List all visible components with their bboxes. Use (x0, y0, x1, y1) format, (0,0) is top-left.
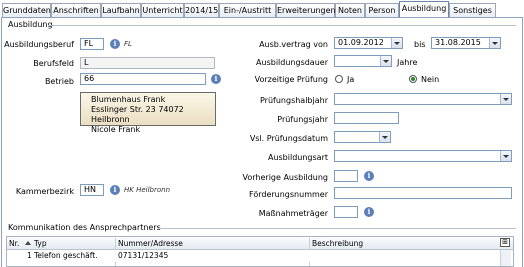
vertrag-von-datepicker[interactable]: 01.09.2012 (334, 37, 403, 49)
column-header-nummer[interactable]: Nummer/Adresse (118, 238, 183, 249)
chevron-down-icon[interactable] (500, 151, 511, 161)
vertrag-bis-value: 31.08.2015 (435, 38, 481, 47)
pruefungshalbjahr-label: Prüfungshalbjahr (259, 96, 328, 105)
chevron-down-icon[interactable] (379, 132, 390, 142)
massnahmetraeger-input[interactable] (334, 206, 358, 218)
group-divider (158, 228, 516, 229)
ausbildungsberuf-label: Ausbildungsberuf (4, 40, 74, 49)
pruefungsjahr-label: Prüfungsjahr (277, 115, 328, 124)
vsl-pruefungsdatum-label: Vsl. Prüfungsdatum (249, 134, 328, 143)
cell-nummer: 07131/12345 (118, 251, 169, 260)
ausbildungsdauer-select[interactable] (334, 55, 392, 67)
cell-typ: Telefon geschäft. (34, 251, 98, 260)
info-icon[interactable]: i (364, 171, 374, 181)
chevron-down-icon[interactable] (380, 56, 391, 66)
radio-nein[interactable] (409, 75, 417, 83)
betrieb-input[interactable]: 66 (80, 73, 206, 85)
info-icon[interactable]: i (211, 74, 221, 84)
vorherige-ausbildung-input[interactable] (334, 170, 358, 182)
tab-bar: Grunddaten Anschriften Laufbahn Unterric… (0, 0, 524, 18)
foerderungsnummer-label: Förderungsnummer (249, 190, 328, 199)
betrieb-address-card: Blumenhaus Frank Esslinger Str. 23 74072… (80, 92, 216, 134)
kammerbezirk-label: Kammerbezirk (15, 187, 74, 196)
foerderungsnummer-input[interactable] (334, 187, 512, 199)
kammerbezirk-hint: HK Heilbronn (124, 186, 171, 194)
tab-2014-15[interactable]: 2014/15 (184, 3, 219, 17)
group-title-ausbildung: Ausbildung (8, 20, 53, 29)
tab-person[interactable]: Person (365, 3, 399, 17)
vertrag-von-value: 01.09.2012 (338, 38, 384, 47)
tab-ausbildung[interactable]: Ausbildung (399, 1, 449, 18)
pruefungshalbjahr-select[interactable] (334, 93, 512, 105)
kammerbezirk-input[interactable]: HN (80, 184, 104, 196)
column-chooser-icon[interactable]: ⊞ (500, 238, 510, 247)
bis-label: bis (414, 40, 426, 49)
table-header (7, 237, 513, 250)
vorherige-ausbildung-label: Vorherige Ausbildung (242, 173, 328, 182)
radio-ja[interactable] (335, 75, 343, 83)
column-header-nr[interactable]: Nr. (9, 238, 19, 249)
address-line: Blumenhaus Frank (91, 95, 166, 104)
ausbildungsdauer-label: Ausbildungsdauer (256, 58, 328, 67)
vertrag-bis-datepicker[interactable]: 31.08.2015 (431, 37, 501, 49)
info-icon[interactable]: i (110, 185, 120, 195)
berufsfeld-field: L (80, 57, 215, 69)
info-icon[interactable]: i (110, 39, 120, 49)
radio-ja-label: Ja (347, 75, 355, 84)
betrieb-label: Betrieb (44, 77, 74, 86)
cell-nr: 1 (27, 251, 32, 260)
ausbildungsart-select[interactable] (334, 150, 512, 162)
address-line: Nicole Frank (91, 125, 141, 134)
tab-unterricht[interactable]: Unterricht (141, 3, 184, 17)
ausb-vertrag-von-label: Ausb.vertrag von (259, 40, 328, 49)
chevron-down-icon[interactable] (500, 94, 511, 104)
chevron-down-icon[interactable] (489, 38, 500, 48)
jahre-label: Jahre (397, 58, 418, 67)
berufsfeld-label: Berufsfeld (33, 59, 74, 68)
tab-noten[interactable]: Noten (335, 3, 365, 17)
tab-ein-austritt[interactable]: Ein-/Austritt (219, 3, 276, 17)
info-icon[interactable]: i (364, 207, 374, 217)
tab-grunddaten[interactable]: Grunddaten (2, 3, 51, 17)
pruefungsjahr-input[interactable] (334, 112, 399, 124)
sort-asc-icon (25, 241, 31, 245)
scrollbar[interactable] (500, 250, 511, 266)
group-divider (48, 25, 516, 26)
tab-sonstiges[interactable]: Sonstiges (449, 3, 496, 17)
address-line: Esslinger Str. 23 74072 Heilbronn (91, 105, 184, 124)
vsl-pruefungsdatum-picker[interactable] (334, 131, 391, 143)
massnahmetraeger-label: Maßnahmeträger (258, 209, 328, 218)
radio-nein-label: Nein (421, 75, 440, 84)
ausbildungsberuf-input[interactable]: FL (80, 38, 104, 50)
column-header-beschreibung[interactable]: Beschreibung (312, 238, 363, 249)
ausbildungsart-label: Ausbildungsart (267, 153, 328, 162)
chevron-down-icon[interactable] (391, 38, 402, 48)
column-header-typ[interactable]: Typ (34, 238, 47, 249)
vorzeitige-pruefung-label: Vorzeitige Prüfung (254, 75, 328, 84)
tab-anschriften[interactable]: Anschriften (51, 3, 101, 17)
group-title-kommunikation: Kommunikation des Ansprechpartners (8, 223, 161, 232)
tab-laufbahn[interactable]: Laufbahn (101, 3, 141, 17)
tab-erweiterungen[interactable]: Erweiterungen (276, 3, 336, 17)
ausbildungsberuf-hint: FL (124, 40, 132, 48)
